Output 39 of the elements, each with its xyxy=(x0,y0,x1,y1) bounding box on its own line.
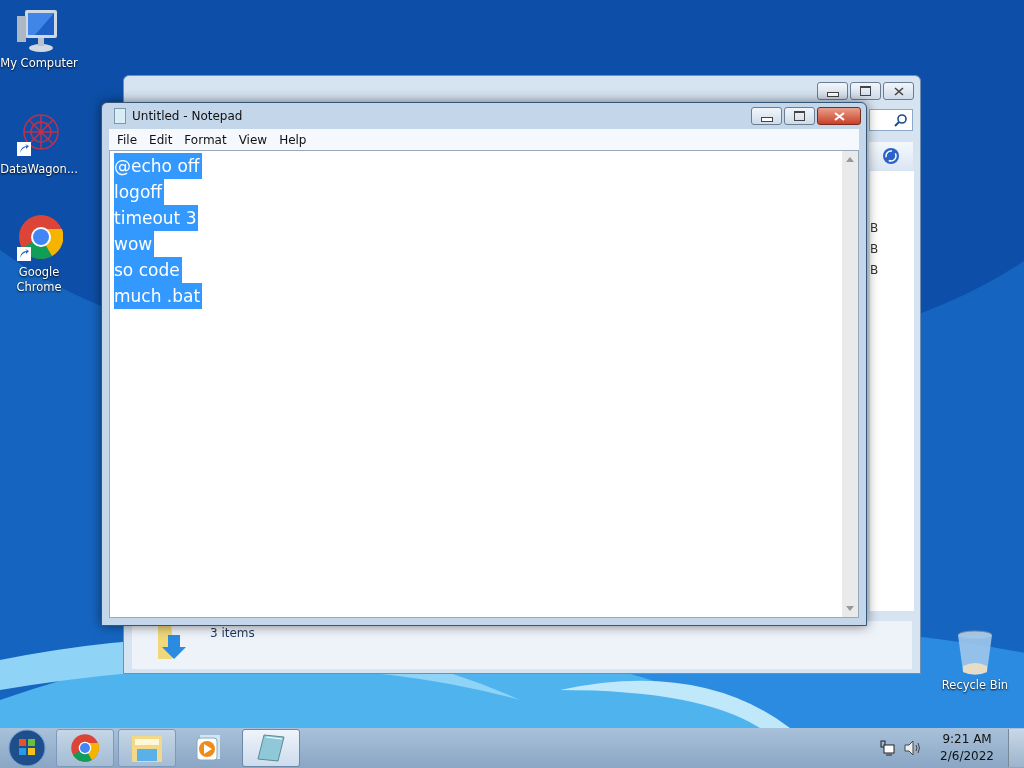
menu-item[interactable]: File xyxy=(111,132,144,147)
search-field[interactable] xyxy=(869,109,913,131)
search-icon xyxy=(894,113,908,127)
menu-item[interactable]: Edit xyxy=(143,132,179,147)
menu-item[interactable]: Format xyxy=(178,132,233,147)
maximize-button[interactable] xyxy=(850,82,881,100)
table-cell: B xyxy=(870,221,879,235)
menu-item[interactable]: View xyxy=(232,132,274,147)
notepad-icon xyxy=(114,108,126,124)
clock-date[interactable]: 2/6/2022 xyxy=(940,748,994,765)
minimize-button[interactable] xyxy=(751,107,782,125)
close-button[interactable] xyxy=(883,82,914,100)
play-icon xyxy=(196,734,222,762)
explorer-taskbar-button[interactable] xyxy=(118,729,176,767)
table-cell: B xyxy=(870,263,879,277)
table-cell: B xyxy=(870,242,879,256)
notepad-icon xyxy=(256,733,286,763)
menu-item[interactable]: Help xyxy=(273,132,313,147)
close-button[interactable] xyxy=(817,107,861,125)
status-text: 3 items xyxy=(210,626,255,642)
clock-time[interactable]: 9:21 AM xyxy=(942,731,992,748)
icon-label: Google Chrome xyxy=(15,265,63,295)
close-icon xyxy=(833,111,845,121)
chrome-icon xyxy=(70,733,100,763)
close-icon xyxy=(893,86,904,96)
chrome-icon[interactable] xyxy=(15,215,63,263)
window-title: Untitled - Notepad xyxy=(132,109,243,123)
trash-can-icon[interactable] xyxy=(955,630,995,676)
speaker-icon[interactable] xyxy=(904,740,923,756)
icon-label: DataWagon... xyxy=(0,162,78,177)
icon-label: My Computer xyxy=(0,56,78,71)
maximize-button[interactable] xyxy=(784,107,815,125)
folder-icon xyxy=(131,733,163,763)
start-button[interactable] xyxy=(8,729,46,767)
icon-label: Recycle Bin xyxy=(941,678,1009,693)
network-icon[interactable] xyxy=(880,740,897,756)
minimize-button[interactable] xyxy=(817,82,848,100)
notepad-taskbar-button[interactable] xyxy=(242,729,300,767)
chrome-taskbar-button[interactable] xyxy=(56,729,114,767)
